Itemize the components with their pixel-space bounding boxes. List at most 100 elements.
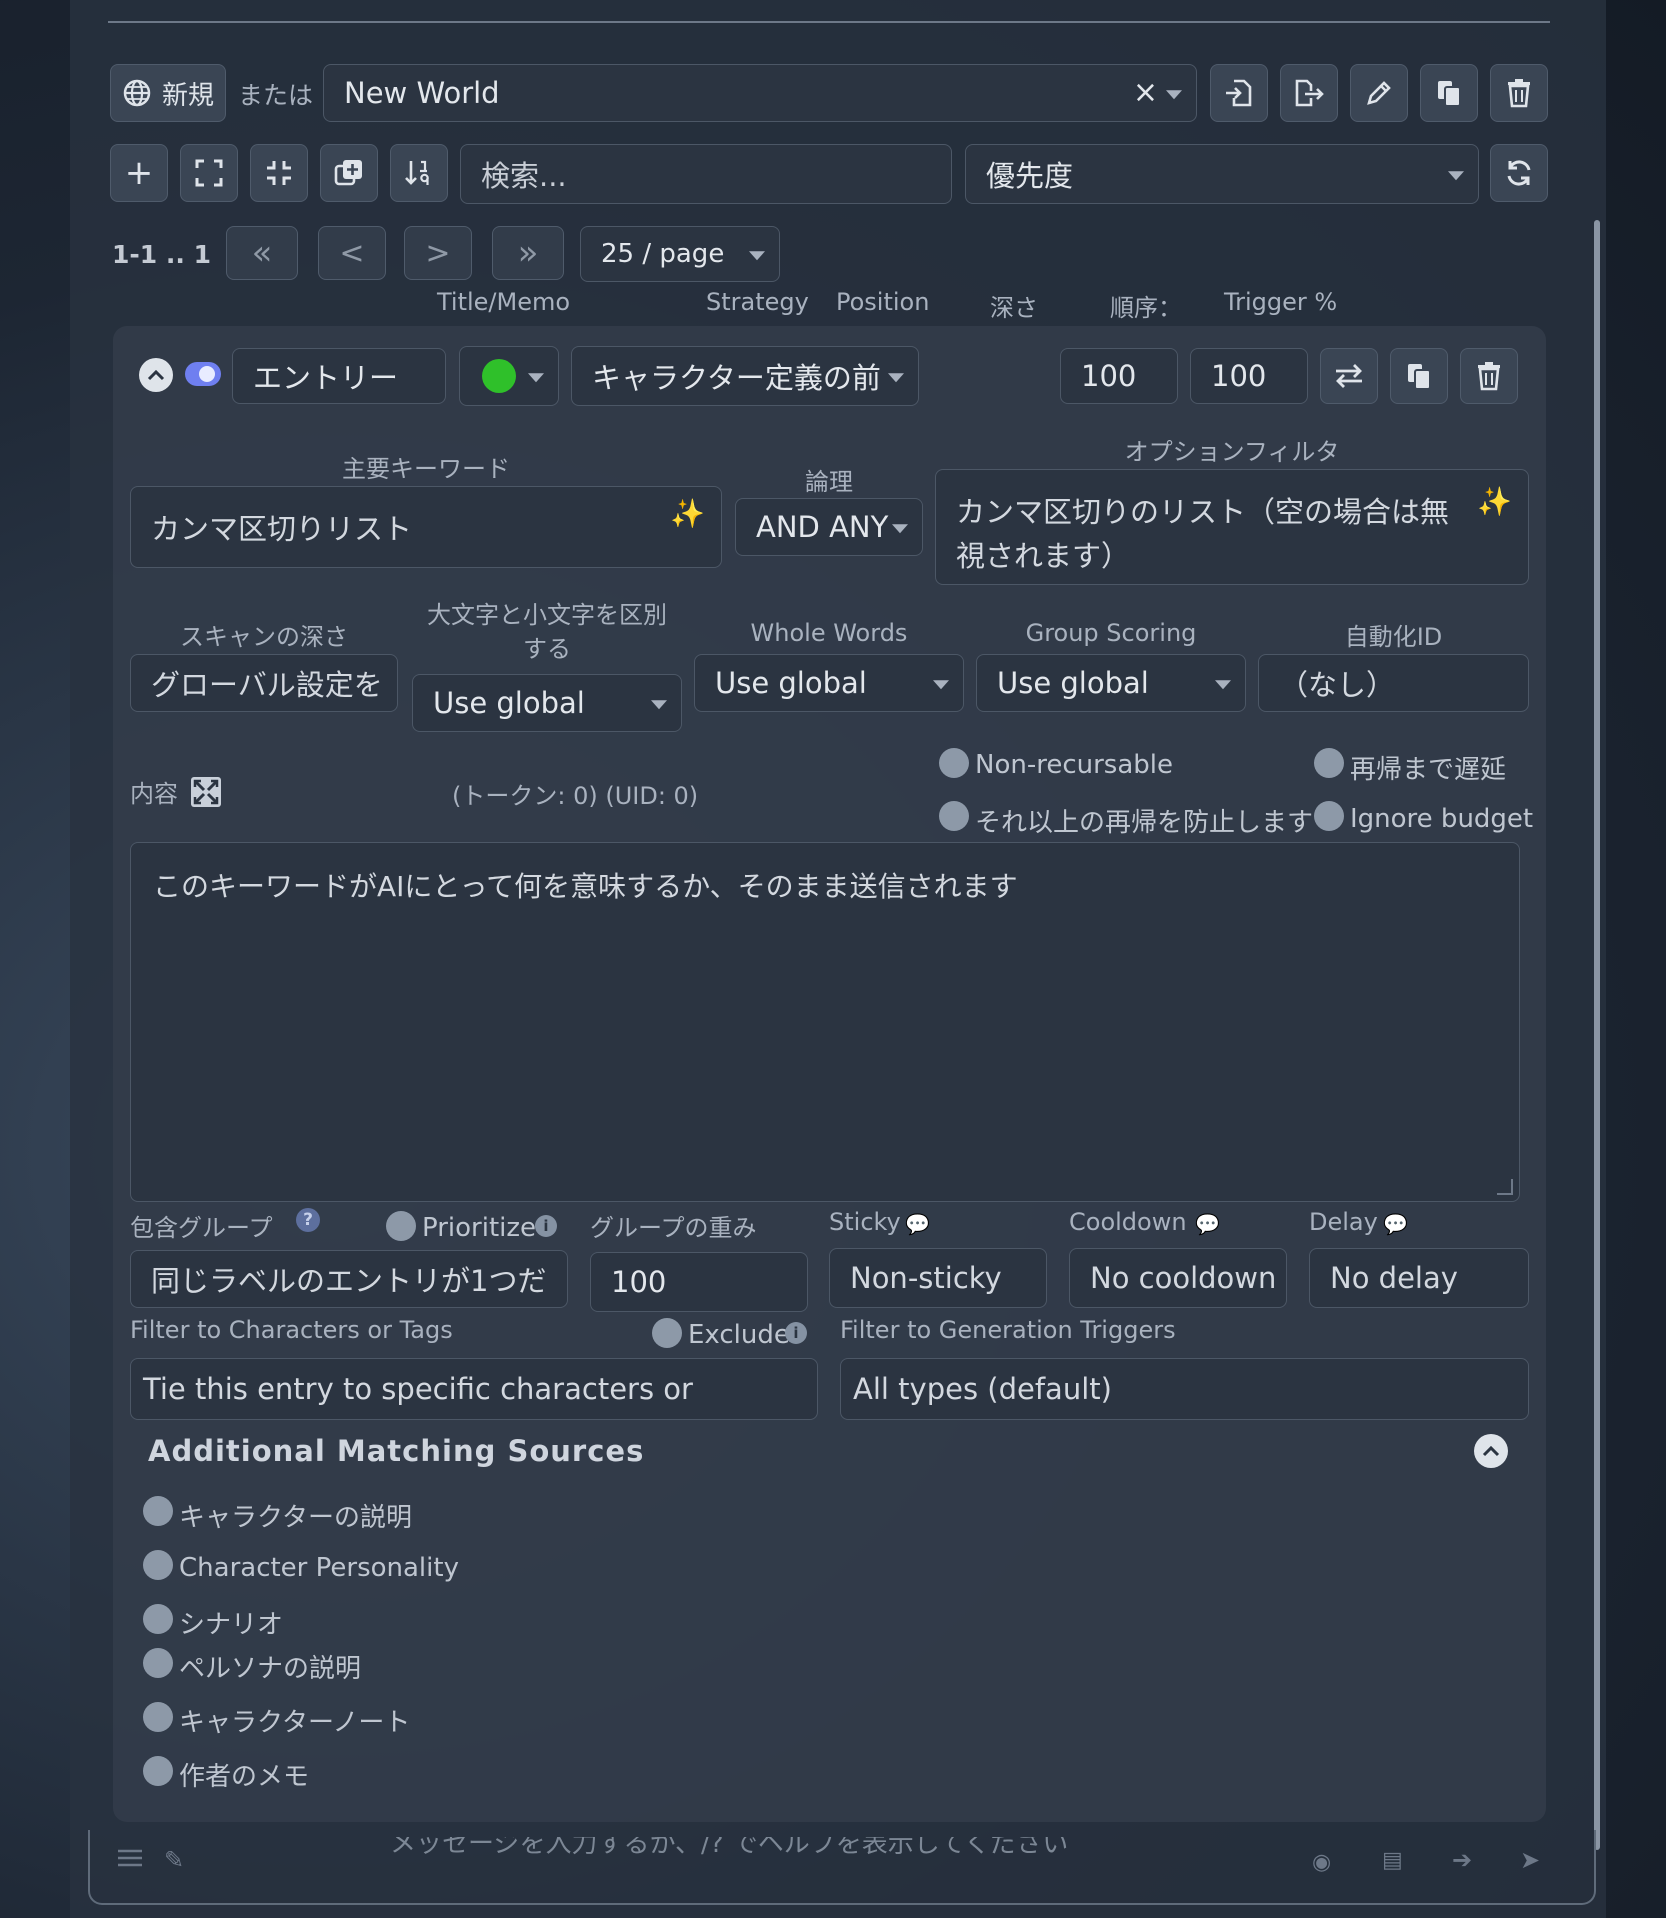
refresh-button[interactable] [1490, 144, 1548, 202]
resize-handle-icon[interactable] [1497, 1179, 1513, 1195]
move-entry-button[interactable] [1320, 348, 1378, 404]
help-icon[interactable]: ? [296, 1208, 320, 1232]
exchange-icon [1334, 363, 1364, 389]
non-recursable-radio[interactable] [939, 748, 969, 778]
search-input[interactable]: 検索... [460, 144, 952, 204]
order-input[interactable]: 100 [1060, 348, 1178, 404]
entry-title-input[interactable]: エントリー [232, 348, 446, 404]
case-sensitive-label: 大文字と小文字を区別 する [412, 598, 682, 666]
prioritize-radio[interactable] [386, 1211, 416, 1241]
duplicate-world-button[interactable] [1420, 64, 1478, 122]
source-author-note-radio[interactable] [143, 1756, 173, 1786]
cooldown-input[interactable]: No cooldown [1069, 1248, 1287, 1308]
scrollbar[interactable] [1594, 220, 1600, 1850]
comments-icon[interactable]: 💬 [1383, 1212, 1408, 1236]
position-select[interactable]: キャラクター定義の前 [571, 346, 919, 406]
sparkles-icon[interactable]: ✨ [670, 497, 705, 530]
sort-select[interactable]: 優先度 [965, 144, 1479, 204]
delete-world-button[interactable] [1490, 64, 1548, 122]
column-depth: 深さ [990, 294, 1038, 322]
first-page-button[interactable]: « [226, 226, 298, 280]
scan-depth-input[interactable]: グローバル設定を [130, 654, 398, 712]
import-world-button[interactable] [1210, 64, 1268, 122]
source-character-personality-label: Character Personality [179, 1553, 459, 1583]
source-persona-description-radio[interactable] [143, 1648, 173, 1678]
delay-until-recursion-radio[interactable] [1314, 748, 1344, 778]
info-icon[interactable]: i [535, 1215, 557, 1237]
primary-keywords-placeholder: カンマ区切りリスト [151, 512, 413, 546]
last-page-button[interactable]: » [492, 226, 564, 280]
case-sensitive-select[interactable]: Use global [412, 674, 682, 732]
expand-all-button[interactable] [180, 144, 238, 202]
add-entry-button[interactable]: + [110, 144, 168, 202]
rename-world-button[interactable] [1350, 64, 1408, 122]
source-character-description-radio[interactable] [143, 1496, 173, 1526]
prevent-recursion-label: それ以上の再帰を防止します [975, 808, 1314, 838]
world-select[interactable]: New World × [323, 64, 1197, 122]
optional-filter-input[interactable]: カンマ区切りのリスト（空の場合は無 視されます） ✨ [935, 469, 1529, 585]
arrow-right-icon[interactable]: ➔ [1452, 1846, 1472, 1874]
inclusion-group-placeholder: 同じラベルのエントリが1つだ [151, 1264, 547, 1298]
group-weight-input[interactable]: 100 [590, 1252, 808, 1312]
status-dot-icon [482, 359, 516, 393]
page-size-select[interactable]: 25 / page [580, 226, 780, 282]
automation-id-input[interactable]: （なし） [1258, 654, 1529, 712]
strategy-select[interactable] [459, 346, 559, 406]
next-page-button[interactable]: > [404, 226, 472, 280]
group-scoring-select[interactable]: Use global [976, 654, 1246, 712]
primary-keywords-input[interactable]: カンマ区切りリスト ✨ [130, 486, 722, 568]
exclude-radio[interactable] [652, 1318, 682, 1348]
prev-page-button[interactable]: < [318, 226, 386, 280]
menu-icon[interactable] [116, 1848, 144, 1868]
chat-input-placeholder[interactable]: メッセージを入力するか、/? でヘルプを表示してください [390, 1837, 1150, 1857]
inclusion-group-label: 包含グループ [130, 1214, 273, 1242]
sort-order-button[interactable] [390, 144, 448, 202]
clear-icon[interactable]: × [1133, 75, 1158, 110]
info-icon[interactable]: i [785, 1322, 807, 1344]
comments-icon[interactable]: 💬 [1195, 1212, 1220, 1236]
whole-words-select[interactable]: Use global [694, 654, 964, 712]
comments-icon[interactable]: 💬 [905, 1212, 930, 1236]
inclusion-group-input[interactable]: 同じラベルのエントリが1つだ [130, 1250, 568, 1308]
optional-filter-placeholder-line-2: 視されます） [956, 539, 1131, 573]
ignore-budget-label: Ignore budget [1350, 804, 1534, 834]
new-world-button[interactable]: 新規 [110, 64, 226, 122]
sparkles-icon[interactable]: ✨ [1477, 480, 1512, 524]
camera-icon[interactable]: ◉ [1312, 1850, 1331, 1875]
sticky-input[interactable]: Non-sticky [829, 1248, 1047, 1308]
sort-numeric-icon [404, 158, 434, 188]
magic-wand-icon[interactable]: ✎ [164, 1846, 184, 1874]
filter-triggers-select[interactable]: All types (default) [840, 1358, 1529, 1420]
content-textarea[interactable]: このキーワードがAIにとって何を意味するか、そのまま送信されます [130, 842, 1520, 1202]
plus-icon: + [124, 153, 154, 193]
expand-editor-icon[interactable] [190, 776, 222, 808]
file-import-icon [1224, 78, 1254, 108]
whole-words-label: Whole Words [750, 619, 908, 647]
chevron-down-icon [1166, 90, 1182, 100]
filter-characters-input[interactable]: Tie this entry to specific characters or [130, 1358, 818, 1420]
trigger-input[interactable]: 100 [1190, 348, 1308, 404]
clone-plus-icon [334, 158, 364, 188]
pencil-icon [1365, 79, 1393, 107]
delete-entry-button[interactable] [1460, 348, 1518, 404]
source-scenario-radio[interactable] [143, 1604, 173, 1634]
collapse-entry-icon[interactable] [139, 358, 173, 392]
source-character-personality-radio[interactable] [143, 1550, 173, 1580]
prevent-recursion-radio[interactable] [939, 801, 969, 831]
duplicate-entry-button[interactable] [1390, 348, 1448, 404]
source-character-note-radio[interactable] [143, 1702, 173, 1732]
fill-memos-button[interactable] [320, 144, 378, 202]
group-scoring-value: Use global [997, 666, 1149, 700]
entry-enabled-toggle[interactable] [185, 362, 221, 386]
first-page-icon: « [251, 233, 273, 273]
export-world-button[interactable] [1280, 64, 1338, 122]
collapse-all-button[interactable] [250, 144, 308, 202]
collapse-sources-icon[interactable] [1474, 1434, 1508, 1468]
chevron-down-icon [651, 700, 667, 710]
book-icon[interactable]: ▤ [1382, 1848, 1403, 1873]
send-icon[interactable]: ➤ [1520, 1846, 1540, 1874]
ignore-budget-radio[interactable] [1314, 801, 1344, 831]
delay-input[interactable]: No delay [1309, 1248, 1529, 1308]
copy-icon [1435, 78, 1463, 108]
logic-select[interactable]: AND ANY [735, 498, 923, 556]
